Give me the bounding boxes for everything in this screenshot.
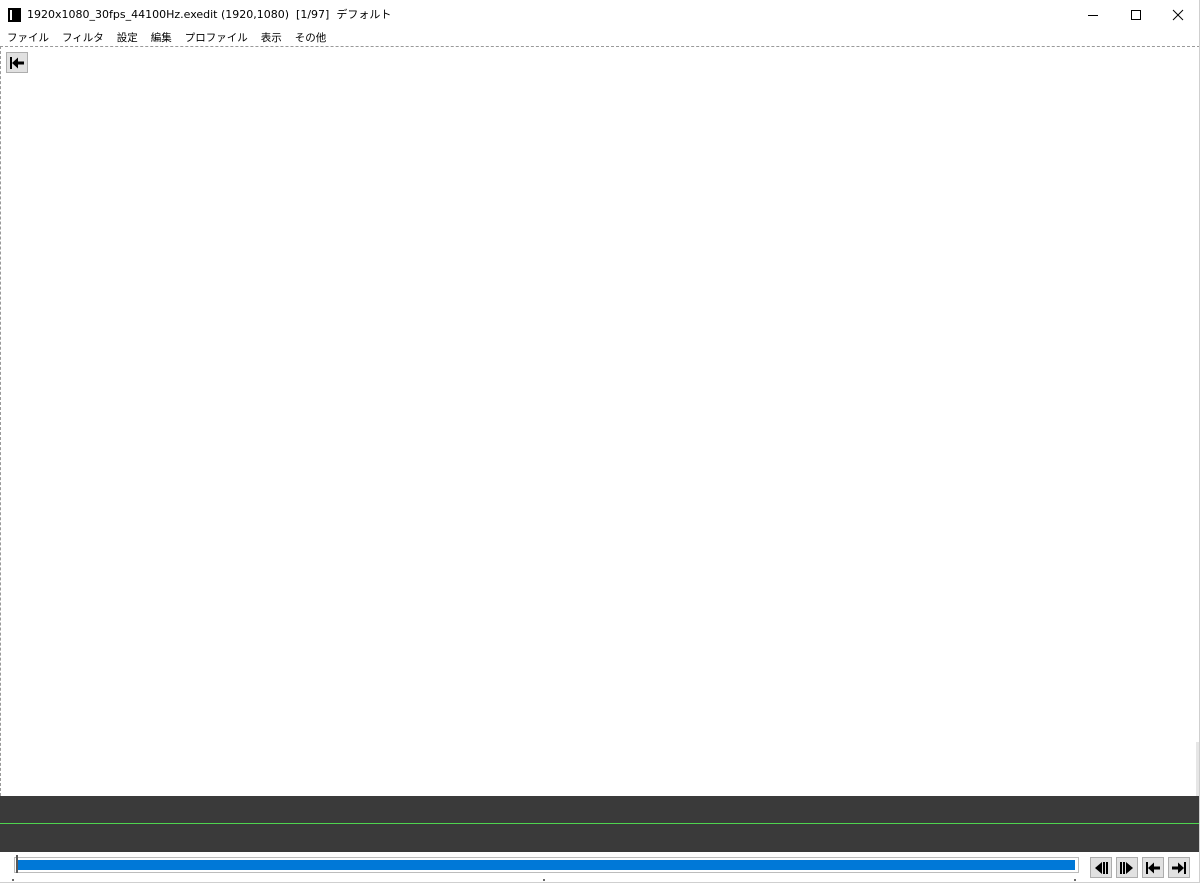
last-frame-button[interactable] (1168, 857, 1190, 878)
menu-bar: ファイル フィルタ 設定 編集 プロファイル 表示 その他 (0, 30, 1199, 46)
seek-panel (0, 852, 1199, 882)
minimize-button[interactable] (1070, 0, 1115, 30)
jump-to-start-icon (10, 56, 24, 69)
last-frame-icon (1172, 861, 1186, 874)
app-window: 1920x1080_30fps_44100Hz.exedit (1920,108… (0, 0, 1200, 883)
next-frame-icon (1120, 861, 1133, 874)
seek-tick-end (1074, 879, 1076, 881)
seek-tick-start (12, 879, 14, 881)
menu-other[interactable]: その他 (292, 31, 330, 45)
previous-frame-button[interactable] (1090, 857, 1112, 878)
previous-frame-icon (1095, 861, 1108, 874)
app-icon (8, 8, 21, 22)
seek-tick-middle (543, 879, 545, 881)
seek-thumb[interactable] (16, 855, 18, 873)
minimize-icon (1087, 15, 1098, 16)
menu-file[interactable]: ファイル (4, 31, 52, 45)
window-title: 1920x1080_30fps_44100Hz.exedit (1920,108… (27, 8, 392, 21)
next-frame-button[interactable] (1116, 857, 1138, 878)
first-frame-button[interactable] (1142, 857, 1164, 878)
audio-waveform-area (0, 796, 1199, 852)
seek-bar-fill (18, 860, 1075, 870)
preview-area[interactable] (0, 46, 1199, 796)
menu-edit[interactable]: 編集 (148, 31, 175, 45)
menu-view[interactable]: 表示 (258, 31, 285, 45)
menu-settings[interactable]: 設定 (114, 31, 141, 45)
menu-profile[interactable]: プロファイル (182, 31, 251, 45)
first-frame-icon (1146, 861, 1160, 874)
seek-bar[interactable] (14, 857, 1079, 873)
jump-to-start-button[interactable] (6, 52, 28, 73)
maximize-button[interactable] (1113, 0, 1158, 30)
preview-scroll-edge (1196, 742, 1199, 796)
maximize-icon (1130, 10, 1141, 20)
close-button[interactable] (1155, 0, 1199, 30)
menu-filter[interactable]: フィルタ (59, 31, 107, 45)
waveform-baseline (0, 823, 1199, 824)
close-icon (1172, 9, 1183, 21)
title-bar[interactable]: 1920x1080_30fps_44100Hz.exedit (1920,108… (0, 0, 1199, 30)
